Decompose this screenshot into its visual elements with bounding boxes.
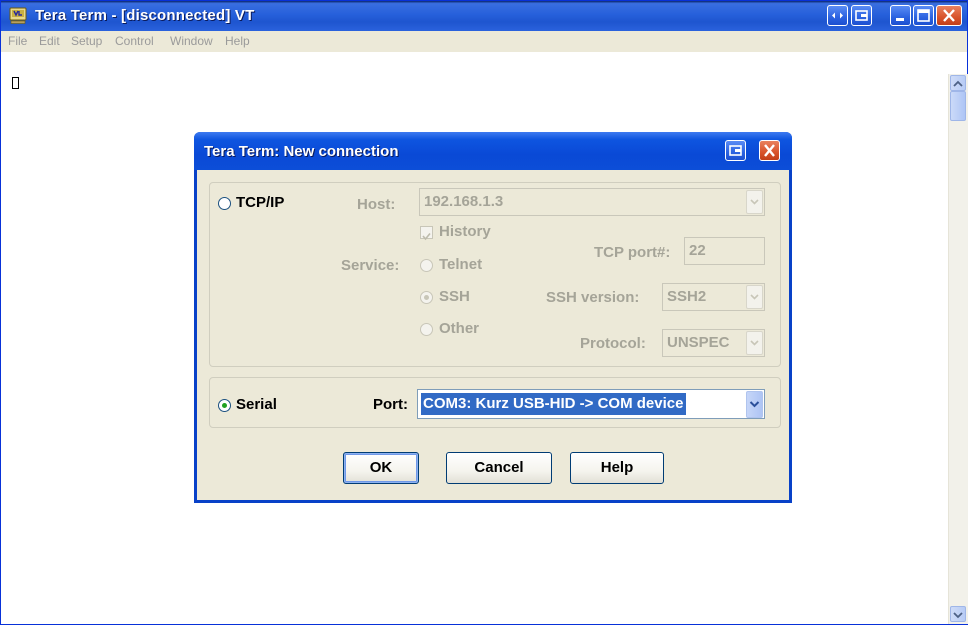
checkmark-icon: [422, 232, 431, 241]
radio-dot: [424, 295, 429, 300]
menu-setup[interactable]: Setup: [71, 34, 102, 48]
telnet-label: Telnet: [439, 256, 483, 273]
scroll-lock-button[interactable]: [827, 5, 848, 26]
tcp-port-label: TCP port#:: [594, 244, 671, 261]
restore-icon: [729, 145, 742, 156]
ssh-version-value: SSH2: [667, 288, 707, 305]
chevron-down-icon: [953, 612, 963, 619]
host-label: Host:: [357, 196, 396, 213]
dialog-restore-button[interactable]: [725, 140, 746, 161]
radio-dot: [222, 403, 227, 408]
dialog-title-bar[interactable]: Tera Term: New connection: [194, 132, 792, 170]
port-combobox[interactable]: COM3: Kurz USB-HID -> COM device: [417, 389, 765, 419]
service-label: Service:: [341, 257, 400, 274]
ssh-label: SSH: [439, 288, 470, 305]
maximize-button[interactable]: [913, 5, 934, 26]
host-dropdown-arrow[interactable]: [746, 190, 763, 214]
chevron-down-icon: [749, 401, 760, 408]
port-value: COM3: Kurz USB-HID -> COM device: [421, 393, 687, 415]
minimize-icon: [896, 18, 904, 21]
ok-button[interactable]: OK: [343, 452, 419, 484]
cancel-button[interactable]: Cancel: [446, 452, 552, 484]
ssh-version-label: SSH version:: [546, 289, 640, 306]
arrows-icon: [832, 12, 843, 19]
terminal-cursor: [12, 77, 19, 89]
telnet-radio[interactable]: [420, 259, 433, 272]
tcp-port-input[interactable]: 22: [684, 237, 765, 265]
host-value: 192.168.1.3: [424, 193, 504, 210]
close-button[interactable]: [936, 5, 962, 26]
tcpip-radio[interactable]: [218, 197, 231, 210]
dialog-close-button[interactable]: [759, 140, 780, 161]
scroll-up-button[interactable]: [950, 75, 966, 91]
menu-help[interactable]: Help: [225, 34, 250, 48]
help-button[interactable]: Help: [570, 452, 664, 484]
dialog-body: TCP/IP Host: 192.168.1.3 History Service…: [197, 170, 789, 500]
new-connection-dialog: Tera Term: New connection TCP/IP Host: 1…: [194, 132, 792, 503]
menu-bar: File Edit Setup Control Window Help: [1, 31, 967, 52]
port-label: Port:: [373, 396, 408, 413]
serial-label: Serial: [236, 396, 277, 413]
port-dropdown-arrow[interactable]: [746, 391, 763, 418]
close-icon: [764, 144, 775, 157]
ssh-version-dropdown-arrow[interactable]: [746, 285, 763, 309]
other-radio[interactable]: [420, 323, 433, 336]
menu-window[interactable]: Window: [170, 34, 213, 48]
window-title: Tera Term - [disconnected] VT: [35, 7, 255, 24]
tcpip-label: TCP/IP: [236, 194, 285, 211]
protocol-select[interactable]: UNSPEC: [662, 329, 765, 357]
chevron-up-icon: [953, 80, 963, 87]
protocol-dropdown-arrow[interactable]: [746, 331, 763, 355]
scroll-thumb[interactable]: [950, 91, 966, 121]
ssh-radio[interactable]: [420, 291, 433, 304]
ssh-version-select[interactable]: SSH2: [662, 283, 765, 311]
scroll-down-button[interactable]: [950, 606, 966, 622]
serial-radio[interactable]: [218, 399, 231, 412]
chevron-down-icon: [750, 340, 759, 346]
host-combobox[interactable]: 192.168.1.3: [419, 188, 765, 216]
menu-control[interactable]: Control: [115, 34, 154, 48]
tcp-port-value: 22: [689, 242, 706, 259]
close-icon: [943, 9, 955, 22]
chevron-down-icon: [750, 294, 759, 300]
chevron-down-icon: [750, 199, 759, 205]
history-label: History: [439, 223, 491, 240]
main-title-bar[interactable]: Tera Term - [disconnected] VT: [1, 1, 967, 31]
minimize-button[interactable]: [890, 5, 911, 26]
protocol-label: Protocol:: [580, 335, 646, 352]
menu-edit[interactable]: Edit: [39, 34, 60, 48]
restore-icon: [855, 10, 868, 21]
protocol-value: UNSPEC: [667, 334, 730, 351]
maximize-icon: [917, 9, 930, 22]
tera-term-icon[interactable]: [9, 7, 27, 24]
menu-file[interactable]: File: [8, 34, 27, 48]
restore-window-button[interactable]: [851, 5, 872, 26]
other-label: Other: [439, 320, 480, 337]
history-checkbox[interactable]: [420, 226, 433, 241]
dialog-title: Tera Term: New connection: [204, 143, 399, 160]
vertical-scrollbar[interactable]: [948, 74, 968, 624]
